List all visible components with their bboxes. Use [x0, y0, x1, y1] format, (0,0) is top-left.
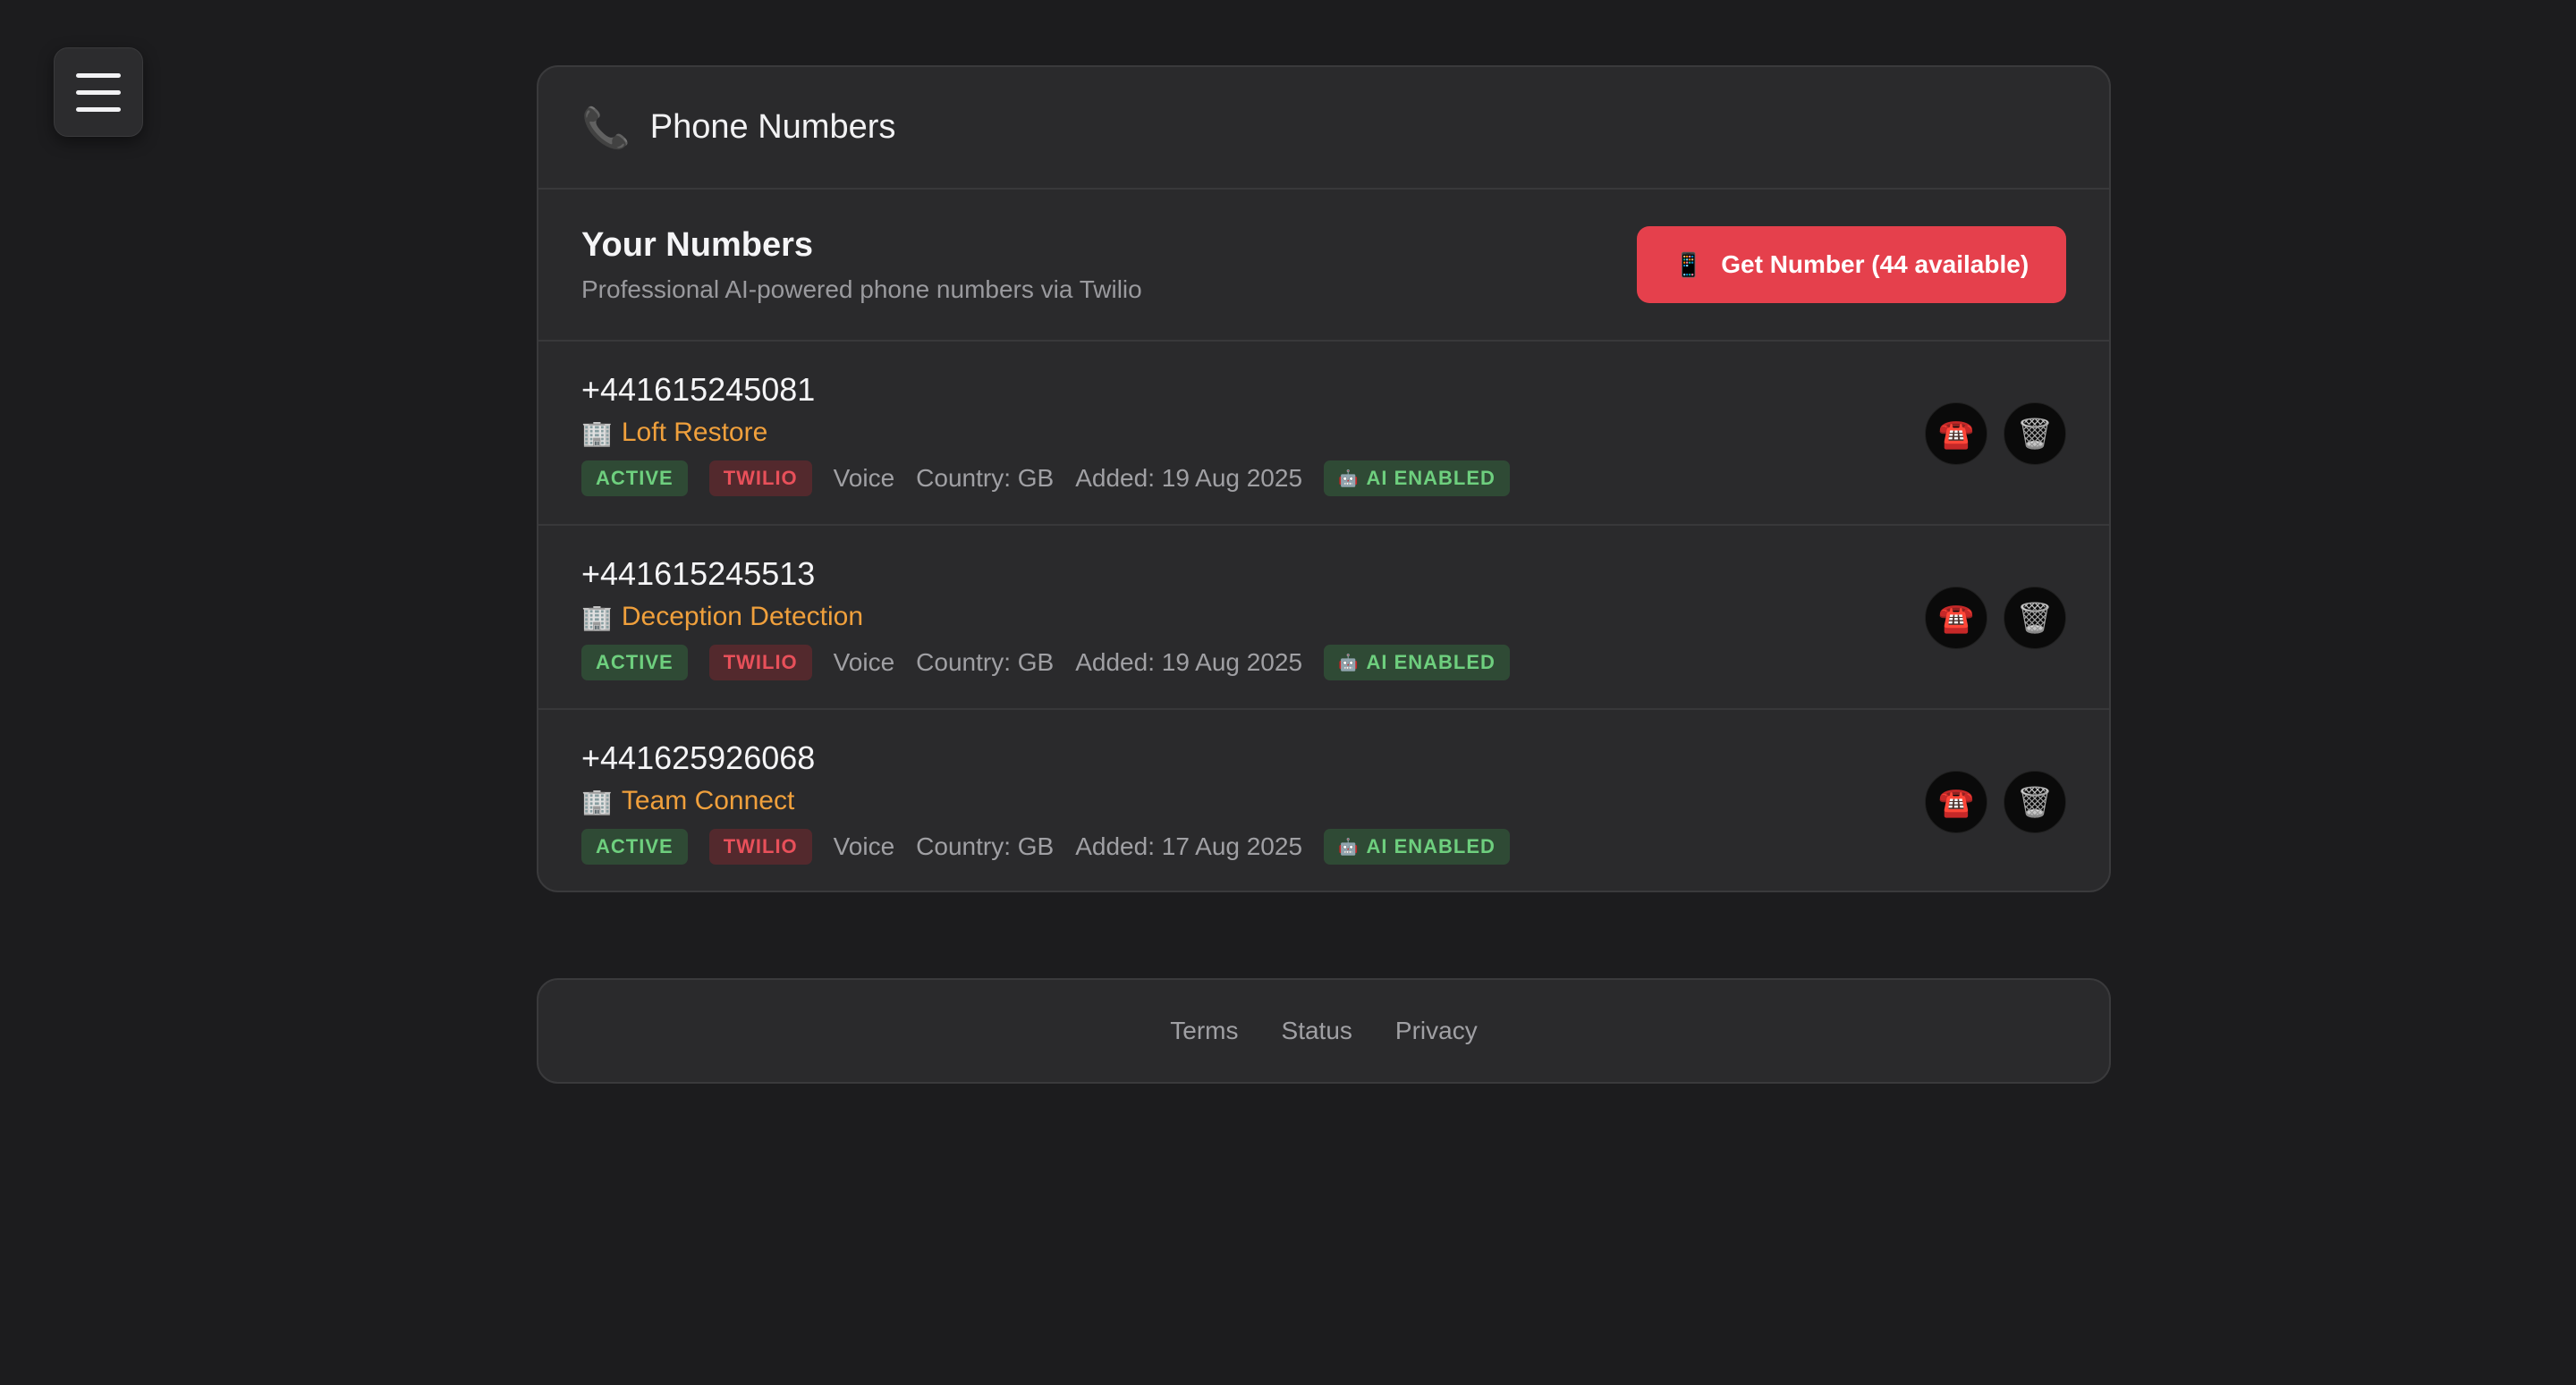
- number-added-date: Added: 19 Aug 2025: [1075, 464, 1303, 492]
- number-country: Country: GB: [916, 464, 1055, 492]
- trash-icon: 🗑️: [2017, 602, 2053, 634]
- ai-enabled-badge: 🤖 AI ENABLED: [1324, 460, 1510, 496]
- phone-number: +441625926068: [581, 739, 816, 776]
- status-badge: ACTIVE: [581, 460, 688, 496]
- number-meta: ACTIVE TWILIO Voice Country: GB Added: 1…: [581, 826, 2066, 867]
- telephone-icon: ☎️: [1938, 418, 1974, 450]
- number-added-date: Added: 17 Aug 2025: [1075, 832, 1303, 860]
- number-country: Country: GB: [916, 832, 1055, 860]
- hamburger-menu-button[interactable]: [54, 47, 143, 137]
- card-header: 📞 Phone Numbers: [538, 67, 2109, 190]
- robot-icon: 🤖: [1338, 653, 1360, 671]
- trash-icon: 🗑️: [2017, 786, 2053, 818]
- provider-badge: TWILIO: [708, 829, 812, 865]
- telephone-icon: ☎️: [1938, 786, 1974, 818]
- provider-badge: TWILIO: [708, 460, 812, 496]
- number-meta: ACTIVE TWILIO Voice Country: GB Added: 1…: [581, 458, 2066, 499]
- provider-badge: TWILIO: [708, 645, 812, 680]
- hamburger-menu-icon: [76, 72, 121, 78]
- number-type: Voice: [833, 648, 895, 676]
- business-line: 🏢 Deception Detection: [581, 597, 2066, 637]
- page-title: Phone Numbers: [649, 108, 896, 146]
- number-row: +441625926068 🏢 Team Connect ACTIVE TWIL…: [538, 710, 2109, 891]
- footer-link-privacy[interactable]: Privacy: [1395, 1017, 1478, 1045]
- ai-enabled-label: AI ENABLED: [1366, 651, 1496, 673]
- mobile-phone-icon: 📱: [1674, 250, 1704, 278]
- number-type: Voice: [833, 464, 895, 492]
- row-actions: ☎️ 🗑️: [1925, 771, 2066, 833]
- building-icon: 🏢: [581, 418, 613, 447]
- business-line: 🏢 Loft Restore: [581, 413, 2066, 452]
- number-country: Country: GB: [916, 648, 1055, 676]
- call-button[interactable]: ☎️: [1925, 771, 1987, 833]
- get-number-label: Get Number (44 available): [1721, 250, 2029, 278]
- section-title: Your Numbers: [581, 225, 814, 264]
- number-row: +441615245081 🏢 Loft Restore ACTIVE TWIL…: [538, 342, 2109, 526]
- get-number-button[interactable]: 📱 Get Number (44 available): [1637, 226, 2066, 303]
- footer: Terms Status Privacy: [537, 978, 2111, 1084]
- call-button[interactable]: ☎️: [1925, 587, 1987, 649]
- number-row: +441615245513 🏢 Deception Detection ACTI…: [538, 526, 2109, 710]
- phone-icon: 📞: [581, 106, 631, 150]
- robot-icon: 🤖: [1338, 469, 1360, 487]
- phone-number: +441615245081: [581, 371, 816, 408]
- status-badge: ACTIVE: [581, 645, 688, 680]
- trash-icon: 🗑️: [2017, 418, 2053, 450]
- ai-enabled-badge: 🤖 AI ENABLED: [1324, 645, 1510, 680]
- ai-enabled-label: AI ENABLED: [1366, 467, 1496, 489]
- your-numbers-section: Your Numbers Professional AI-powered pho…: [538, 190, 2109, 342]
- business-name: Loft Restore: [621, 418, 768, 447]
- delete-button[interactable]: 🗑️: [2004, 587, 2066, 649]
- number-meta: ACTIVE TWILIO Voice Country: GB Added: 1…: [581, 642, 2066, 683]
- telephone-icon: ☎️: [1938, 602, 1974, 634]
- business-line: 🏢 Team Connect: [581, 781, 2066, 821]
- building-icon: 🏢: [581, 787, 613, 815]
- building-icon: 🏢: [581, 603, 613, 631]
- hamburger-menu-bar: [76, 106, 121, 112]
- status-badge: ACTIVE: [581, 829, 688, 865]
- row-actions: ☎️ 🗑️: [1925, 587, 2066, 649]
- business-name: Team Connect: [621, 786, 795, 815]
- footer-link-status[interactable]: Status: [1282, 1017, 1352, 1045]
- call-button[interactable]: ☎️: [1925, 402, 1987, 465]
- robot-icon: 🤖: [1338, 837, 1360, 856]
- row-actions: ☎️ 🗑️: [1925, 402, 2066, 465]
- ai-enabled-label: AI ENABLED: [1366, 835, 1496, 857]
- footer-link-terms[interactable]: Terms: [1170, 1017, 1238, 1045]
- delete-button[interactable]: 🗑️: [2004, 402, 2066, 465]
- phone-number: +441615245513: [581, 555, 816, 592]
- business-name: Deception Detection: [621, 602, 864, 631]
- number-added-date: Added: 19 Aug 2025: [1075, 648, 1303, 676]
- section-subtitle: Professional AI-powered phone numbers vi…: [581, 274, 1142, 303]
- phone-numbers-card: 📞 Phone Numbers Your Numbers Professiona…: [537, 65, 2111, 892]
- hamburger-menu-bar: [76, 89, 121, 95]
- ai-enabled-badge: 🤖 AI ENABLED: [1324, 829, 1510, 865]
- delete-button[interactable]: 🗑️: [2004, 771, 2066, 833]
- number-type: Voice: [833, 832, 895, 860]
